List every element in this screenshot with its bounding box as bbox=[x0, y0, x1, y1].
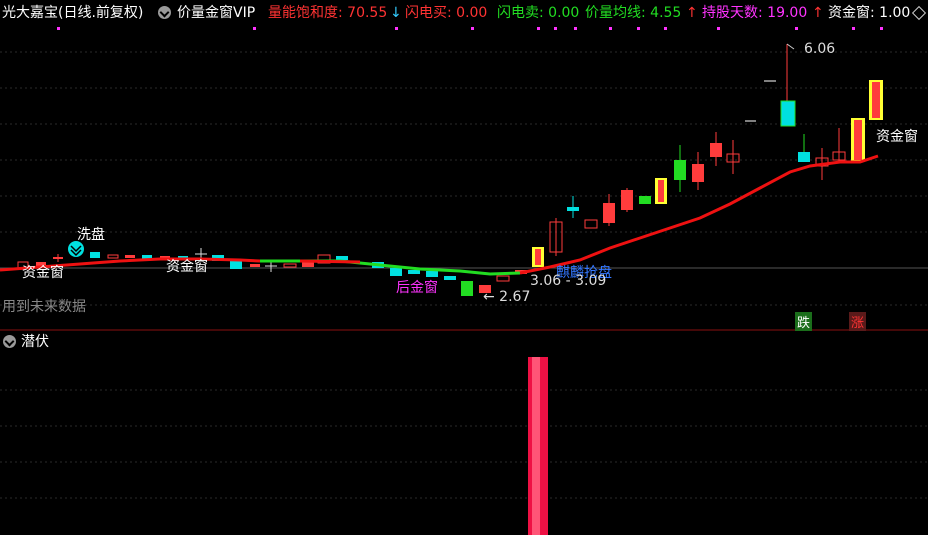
fund-window-label: 资金窗 bbox=[166, 259, 208, 275]
fund-window-label: 资金窗 bbox=[22, 265, 64, 281]
rear-window-label: 后金窗 bbox=[396, 280, 438, 296]
sub-panel-title[interactable]: 潜伏 bbox=[21, 331, 49, 351]
signal-dots bbox=[57, 27, 883, 30]
main-chart[interactable] bbox=[0, 0, 928, 535]
range-label: 3.06 - 3.09 bbox=[530, 273, 607, 289]
wash-label: 洗盘 bbox=[77, 227, 105, 243]
fund-window-label: 资金窗 bbox=[876, 129, 918, 145]
dropdown-icon[interactable] bbox=[3, 335, 16, 348]
future-data-label: 用到未来数据 bbox=[2, 299, 86, 315]
high-price-label: 6.06 bbox=[804, 41, 836, 57]
fall-badge: 跌 bbox=[795, 312, 813, 331]
low-price-label: ← 2.67 bbox=[483, 289, 531, 305]
rise-badge: 涨 bbox=[849, 312, 867, 331]
